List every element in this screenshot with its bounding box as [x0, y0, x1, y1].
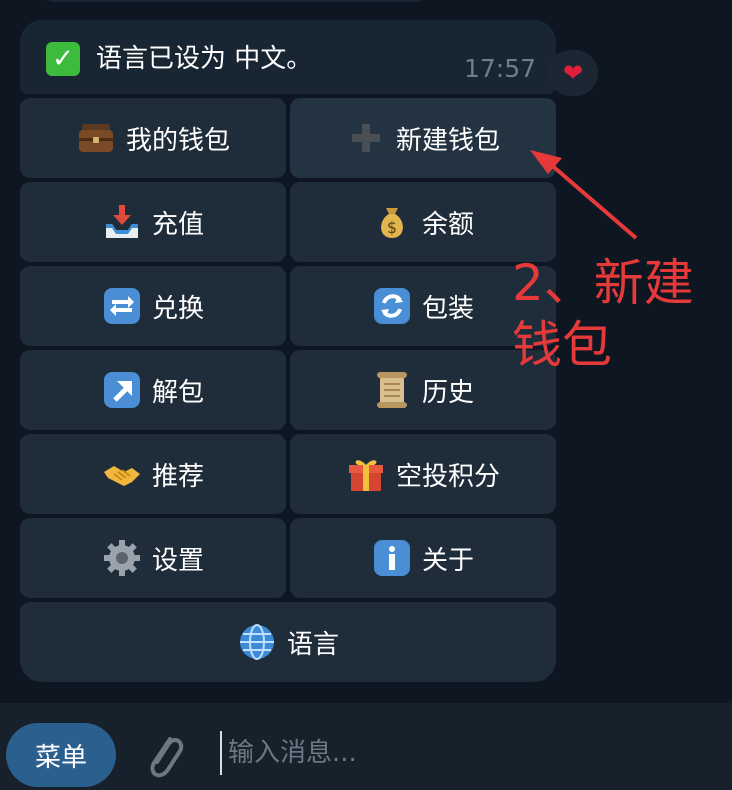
- language-label: 语言: [286, 629, 339, 660]
- my-wallet-label: 我的钱包: [125, 125, 230, 156]
- gear-icon: [102, 538, 142, 578]
- unwrap-label: 解包: [151, 377, 204, 408]
- message-bubble: ✓ 语言已设为 中文。 17:57: [20, 20, 556, 94]
- airdrop-points-label: 空投积分: [395, 461, 500, 492]
- menu-button[interactable]: 菜单: [6, 723, 116, 787]
- scroll-icon: [372, 370, 412, 410]
- deposit-button[interactable]: 充值: [20, 182, 286, 262]
- paperclip-icon[interactable]: [140, 729, 190, 785]
- heart-icon: ❤: [562, 59, 584, 87]
- deposit-label: 充值: [151, 209, 204, 240]
- settings-button[interactable]: 设置: [20, 518, 286, 598]
- info-icon: [372, 538, 412, 578]
- about-button[interactable]: 关于: [290, 518, 556, 598]
- repeat-icon: [102, 286, 142, 326]
- inbox-tray-icon: [102, 202, 142, 242]
- about-label: 关于: [421, 545, 474, 576]
- message-text: 语言已设为 中文。: [96, 44, 313, 74]
- history-label: 历史: [421, 377, 474, 408]
- airdrop-points-button[interactable]: 空投积分: [290, 434, 556, 514]
- heart-reaction[interactable]: ❤: [548, 50, 598, 96]
- balance-button[interactable]: $ 余额: [290, 182, 556, 262]
- svg-text:$: $: [387, 218, 397, 237]
- wrap-label: 包装: [421, 293, 474, 324]
- balance-label: 余额: [421, 209, 474, 240]
- message-input[interactable]: [220, 731, 728, 775]
- referral-label: 推荐: [151, 461, 204, 492]
- handshake-icon: [102, 454, 142, 494]
- new-wallet-button[interactable]: 新建钱包: [290, 98, 556, 178]
- composer-bar: 菜单: [0, 703, 732, 790]
- referral-button[interactable]: 推荐: [20, 434, 286, 514]
- new-wallet-label: 新建钱包: [395, 125, 500, 156]
- message-time: 17:57: [463, 54, 536, 83]
- plus-icon: [346, 118, 386, 158]
- language-button[interactable]: 语言: [20, 602, 556, 682]
- swap-button[interactable]: 兑换: [20, 266, 286, 346]
- globe-icon: [237, 622, 277, 662]
- briefcase-icon: [76, 118, 116, 158]
- swap-label: 兑换: [151, 293, 204, 324]
- money-bag-icon: $: [372, 202, 412, 242]
- my-wallet-button[interactable]: 我的钱包: [20, 98, 286, 178]
- settings-label: 设置: [151, 545, 204, 576]
- unwrap-button[interactable]: 解包: [20, 350, 286, 430]
- chat-area: ✓ 语言已设为 中文。 17:57 ❤ 我的钱包 新建钱包 充值 $ 余额 兑换…: [0, 0, 732, 703]
- previous-message-bubble: [40, 0, 430, 2]
- check-mark-icon: ✓: [46, 42, 80, 76]
- annotation-text: 2、新建 钱包: [512, 254, 694, 374]
- refresh-icon: [372, 286, 412, 326]
- up-right-arrow-icon: [102, 370, 142, 410]
- gift-icon: [346, 454, 386, 494]
